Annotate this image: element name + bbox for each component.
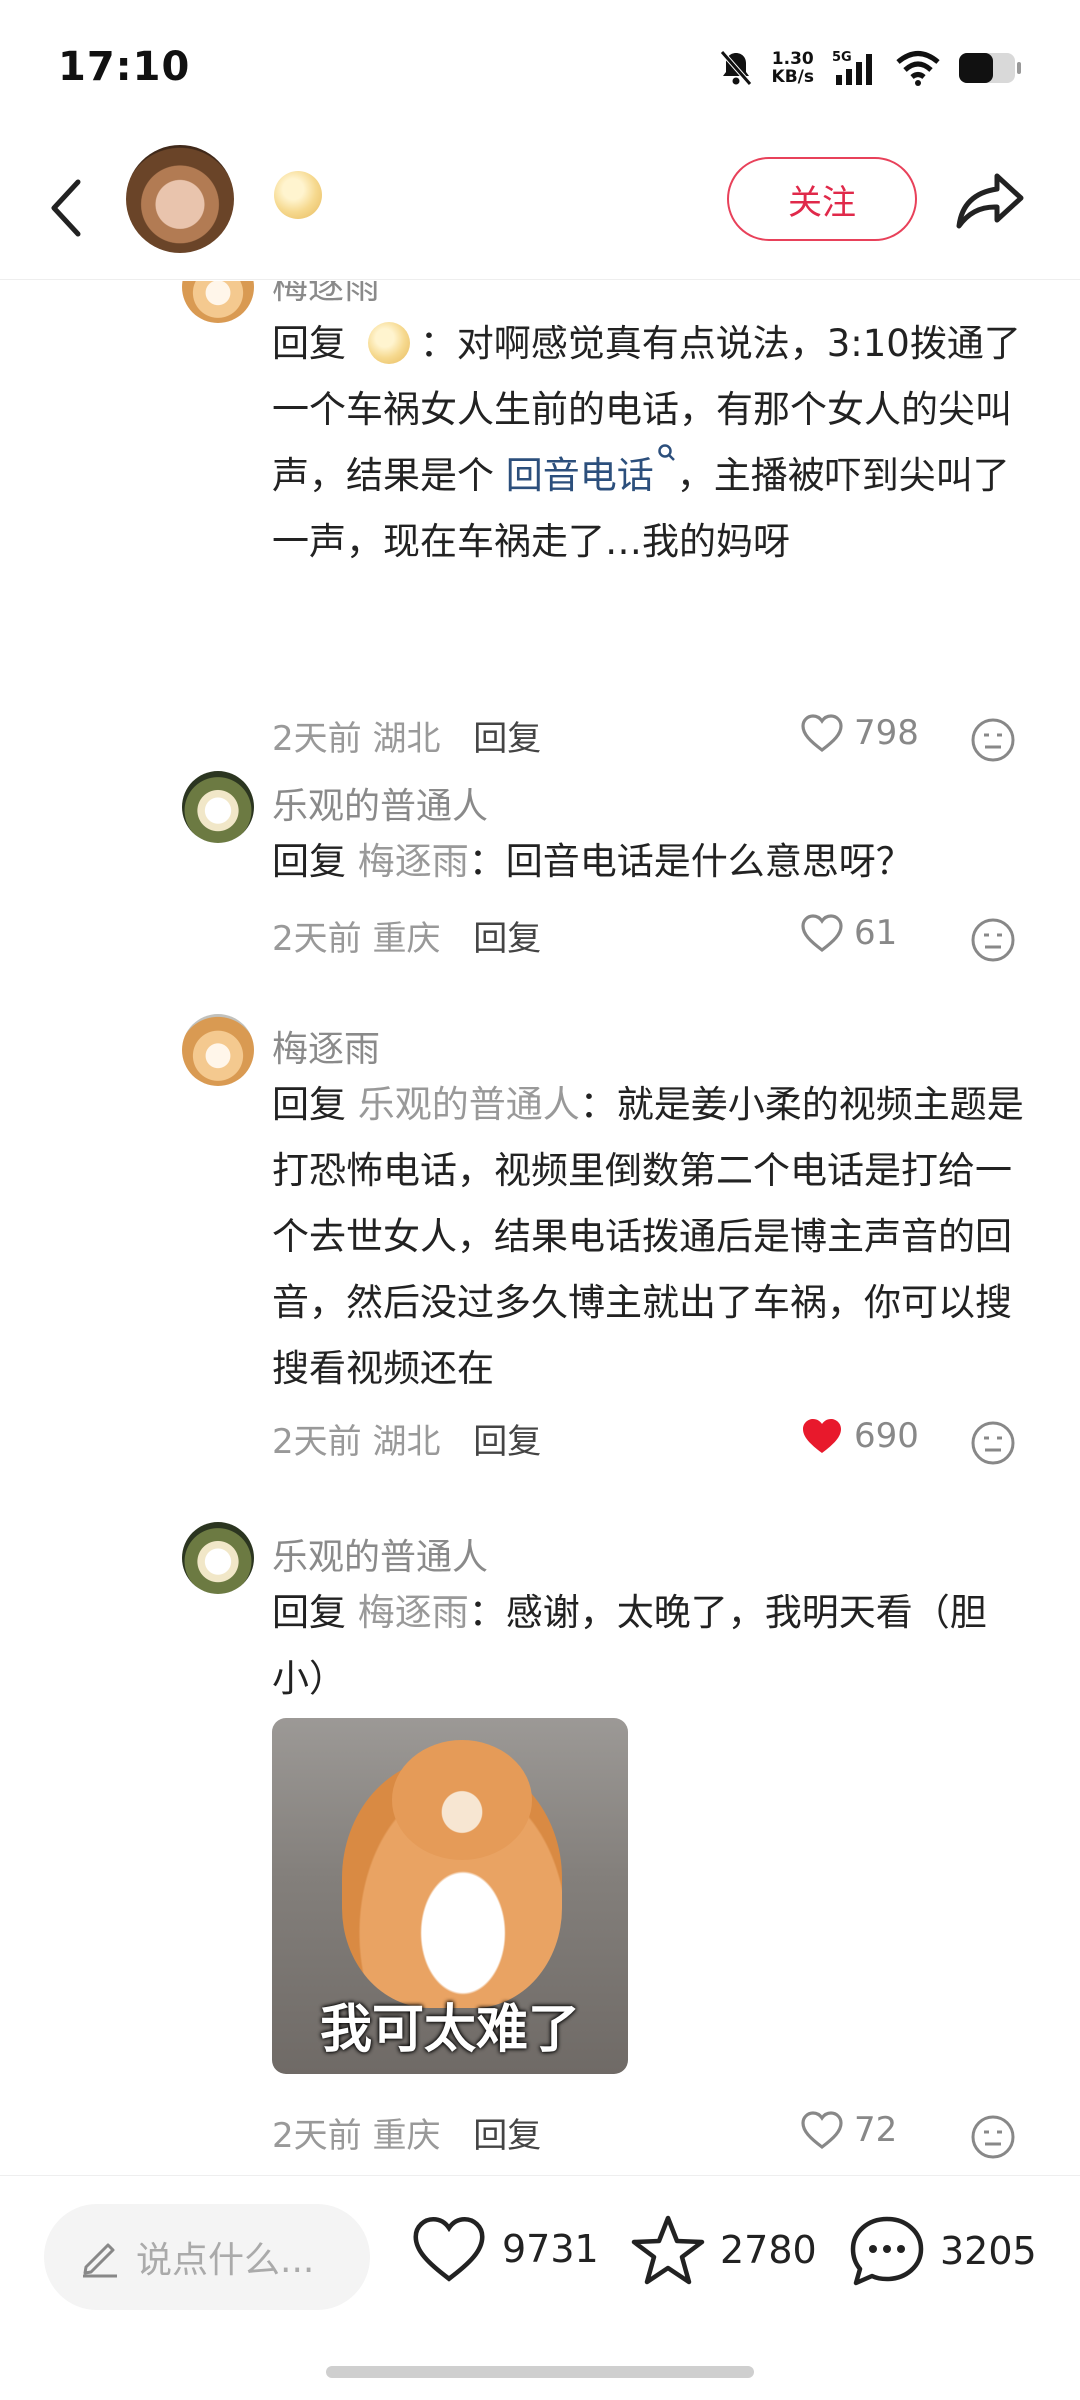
heart-outline-icon [413, 2216, 485, 2282]
comment-time: 2天前 [272, 2116, 362, 2156]
reply-to-user[interactable]: 乐观的普通人 [358, 1083, 580, 1126]
comment-like-button[interactable]: 61 [800, 913, 897, 953]
heart-outline-icon [801, 2111, 843, 2150]
author-avatar[interactable] [126, 145, 234, 253]
comment-location: 重庆 [372, 2116, 441, 2156]
emoji-reaction-icon[interactable] [970, 917, 1016, 963]
star-outline-icon [631, 2215, 705, 2285]
comment-location: 湖北 [372, 1422, 441, 1462]
comment-text[interactable]: 回复 梅逐雨：回音电话是什么意思呀？ [272, 829, 1032, 895]
author-name-moon-emoji[interactable] [274, 171, 322, 219]
heart-outline-icon [801, 714, 843, 753]
search-keyword-text: 回音电话 [505, 454, 654, 497]
search-icon [658, 444, 675, 461]
comment-location: 重庆 [372, 919, 441, 959]
emoji-reaction-icon[interactable] [970, 1420, 1016, 1466]
comment-text[interactable]: 回复 乐观的普通人：就是姜小柔的视频主题是打恐怖电话，视频里倒数第二个电话是打给… [272, 1072, 1032, 1402]
post-comment-count: 3205 [940, 2229, 1037, 2273]
reply-to-user[interactable]: 梅逐雨 [358, 840, 469, 883]
emoji-reaction-icon[interactable] [970, 717, 1016, 763]
comment-like-button[interactable]: 690 [800, 1416, 919, 1456]
heart-filled-icon [803, 1419, 841, 1453]
back-button[interactable] [36, 170, 96, 246]
comment-meta: 2天前 重庆 回复 [272, 911, 541, 960]
svg-text:5G: 5G [832, 50, 852, 65]
comment-meta: 2天前 湖北 回复 [272, 711, 541, 760]
comment-location: 湖北 [372, 719, 441, 759]
comment-input-placeholder: 说点什么... [136, 2240, 315, 2281]
chevron-left-icon [51, 179, 81, 237]
comment-time: 2天前 [272, 719, 362, 759]
like-count: 690 [854, 1416, 919, 1456]
comment-text[interactable]: 回复 梅逐雨：感谢，太晚了，我明天看（胆小） [272, 1580, 1032, 1712]
post-collect-button[interactable]: 2780 [630, 2214, 817, 2286]
commenter-name[interactable]: 梅逐雨 [272, 281, 380, 309]
comment-list[interactable]: 梅逐雨 回复 ：对啊感觉真有点说法，3:10拨通了一个车祸女人生前的电话，有那个… [0, 281, 1080, 2175]
post-like-count: 9731 [502, 2227, 599, 2271]
comment-text[interactable]: 回复 ：对啊感觉真有点说法，3:10拨通了一个车祸女人生前的电话，有那个女人的尖… [272, 311, 1032, 575]
comment-body: ：就是姜小柔的视频主题是打恐怖电话，视频里倒数第二个电话是打给一个去世女人，结果… [272, 1083, 1024, 1390]
reply-prefix: 回复 [272, 1591, 346, 1634]
commenter-name[interactable]: 乐观的普通人 [272, 1528, 488, 1580]
reply-prefix: 回复 [272, 840, 346, 883]
commenter-avatar[interactable] [182, 771, 254, 843]
status-bar: 17:10 1.30 KB/s 5G [0, 0, 1080, 140]
comment-bubble-icon [850, 2216, 924, 2286]
reply-prefix: 回复 [272, 1083, 346, 1126]
network-speed-unit: KB/s [771, 67, 814, 87]
comment-time: 2天前 [272, 919, 362, 959]
comment-like-button[interactable]: 798 [800, 713, 919, 753]
commenter-name[interactable]: 梅逐雨 [272, 1020, 380, 1072]
commenter-avatar[interactable] [182, 1014, 254, 1086]
post-header: 关注 [0, 140, 1080, 280]
like-count: 61 [854, 913, 898, 953]
pencil-icon [83, 2243, 117, 2278]
commenter-name[interactable]: 乐观的普通人 [272, 777, 488, 829]
comment-meta: 2天前 重庆 回复 [272, 2108, 541, 2157]
post-like-button[interactable]: 9731 [410, 2214, 599, 2284]
commenter-avatar[interactable] [182, 1522, 254, 1594]
search-keyword-link[interactable]: 回音电话 [505, 444, 677, 497]
wifi-icon [896, 51, 940, 86]
share-arrow-icon [956, 173, 1024, 229]
post-collect-count: 2780 [720, 2228, 817, 2272]
like-count: 72 [854, 2110, 898, 2150]
reply-button[interactable]: 回复 [473, 1422, 541, 1462]
cat-head [392, 1740, 532, 1860]
emoji-reaction-icon[interactable] [970, 2114, 1016, 2160]
like-count: 798 [854, 713, 919, 753]
reply-to-user[interactable]: 梅逐雨 [358, 1591, 469, 1634]
sticker-caption: 我可太难了 [319, 2000, 580, 2060]
reply-button[interactable]: 回复 [473, 2116, 541, 2156]
reply-button[interactable]: 回复 [473, 719, 541, 759]
share-button[interactable] [950, 160, 1030, 240]
cellular-signal-icon: 5G [832, 50, 872, 85]
moon-emoji [367, 322, 410, 364]
reply-prefix: 回复 [272, 322, 346, 365]
post-comment-button[interactable]: 3205 [848, 2214, 1037, 2288]
comment-input[interactable]: 说点什么... [44, 2204, 370, 2310]
follow-button[interactable]: 关注 [727, 157, 917, 241]
battery-icon [959, 53, 1021, 83]
comment-time: 2天前 [272, 1422, 362, 1462]
bottom-action-bar: 说点什么... 9731 2780 3205 [0, 2175, 1080, 2400]
mute-bell-icon [719, 50, 752, 86]
home-indicator[interactable] [326, 2366, 754, 2378]
network-speed-value: 1.30 [771, 49, 814, 69]
comment-body: ：回音电话是什么意思呀？ [468, 840, 913, 883]
heart-outline-icon [801, 914, 843, 953]
comment-meta: 2天前 湖北 回复 [272, 1414, 541, 1463]
clock: 17:10 [58, 44, 191, 90]
commenter-avatar[interactable] [182, 281, 254, 323]
reply-button[interactable]: 回复 [473, 919, 541, 959]
status-icons: 1.30 KB/s 5G [718, 46, 1022, 90]
comment-like-button[interactable]: 72 [800, 2110, 897, 2150]
network-speed: 1.30 KB/s [772, 50, 814, 86]
cat-sticker-image[interactable]: 我可太难了 [272, 1718, 628, 2074]
